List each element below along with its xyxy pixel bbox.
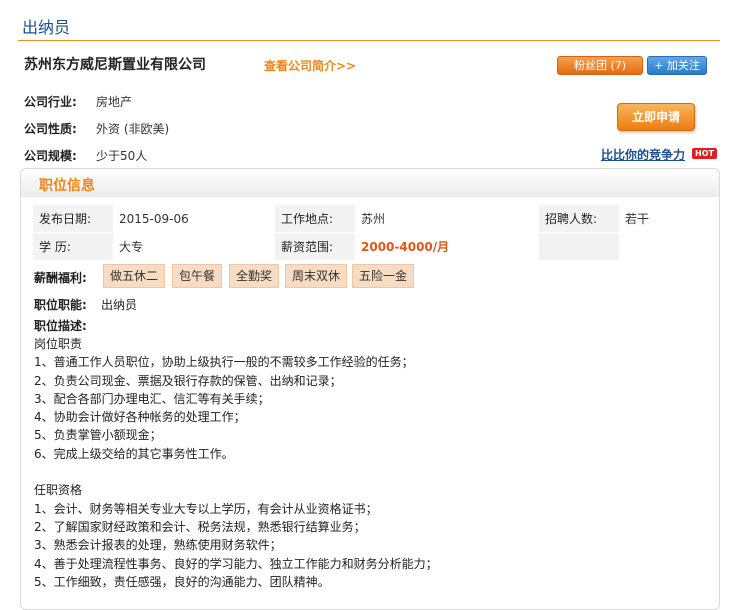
fans-group-label: 粉丝团 (7) xyxy=(573,59,627,72)
salary-value: 2000-4000/月 xyxy=(355,232,539,261)
welfare-tag: 五险一金 xyxy=(352,264,415,288)
industry-label: 公司行业: xyxy=(24,95,77,109)
job-info-title: 职位信息 xyxy=(39,178,95,194)
welfare-label: 薪酬福利: xyxy=(34,271,87,285)
education-label: 学 历: xyxy=(33,232,113,261)
empty-cell xyxy=(539,232,619,261)
follow-label: + 加关注 xyxy=(654,59,700,72)
scale-value: 少于50人 xyxy=(96,149,148,163)
welfare-tag: 做五休二 xyxy=(103,264,166,288)
welfare-tag: 周末双休 xyxy=(285,264,348,288)
salary-label: 薪资范围: xyxy=(275,232,355,261)
job-description: 岗位职责 1、普通工作人员职位，协助上级执行一般的不需较多工作经验的任务； 2、… xyxy=(34,337,438,589)
education-value: 大专 xyxy=(113,232,275,261)
nature-row: 公司性质: 外资 (非欧美) xyxy=(24,120,169,137)
job-info-panel: 职位信息 发布日期: 2015-09-06 工作地点: 苏州 招聘人数: 若干 … xyxy=(20,168,720,610)
empty-cell xyxy=(619,232,691,261)
panel-header: 职位信息 xyxy=(21,169,719,197)
publish-date-label: 发布日期: xyxy=(33,205,113,233)
location-label: 工作地点: xyxy=(275,205,355,233)
title-divider xyxy=(18,40,720,41)
publish-date-value: 2015-09-06 xyxy=(113,205,275,233)
welfare-tag: 包午餐 xyxy=(172,264,223,288)
fans-group-button[interactable]: 粉丝团 (7) xyxy=(557,56,643,75)
description-label: 职位描述: xyxy=(34,319,87,333)
company-intro-link[interactable]: 查看公司简介>> xyxy=(264,57,356,74)
function-label: 职位职能: xyxy=(34,298,87,312)
headcount-label: 招聘人数: xyxy=(539,205,619,233)
page-title: 出纳员 xyxy=(22,18,71,37)
industry-value: 房地产 xyxy=(96,95,133,109)
compete-link[interactable]: 比比你的竞争力 xyxy=(601,146,685,163)
nature-label: 公司性质: xyxy=(24,122,77,136)
scale-row: 公司规模: 少于50人 xyxy=(24,147,147,164)
welfare-tag: 全勤奖 xyxy=(229,264,280,288)
company-name[interactable]: 苏州东方威尼斯置业有限公司 xyxy=(24,54,206,74)
industry-row: 公司行业: 房地产 xyxy=(24,93,132,110)
follow-button[interactable]: + 加关注 xyxy=(647,56,707,75)
function-value: 出纳员 xyxy=(101,298,138,312)
job-info-table: 发布日期: 2015-09-06 工作地点: 苏州 招聘人数: 若干 学 历: … xyxy=(33,205,691,261)
headcount-value: 若干 xyxy=(619,205,691,233)
apply-button[interactable]: 立即申请 xyxy=(617,103,695,131)
hot-badge: HOT xyxy=(692,148,717,159)
table-row: 学 历: 大专 薪资范围: 2000-4000/月 xyxy=(33,232,691,261)
table-row: 发布日期: 2015-09-06 工作地点: 苏州 招聘人数: 若干 xyxy=(33,205,691,233)
nature-value: 外资 (非欧美) xyxy=(96,122,170,136)
scale-label: 公司规模: xyxy=(24,149,77,163)
location-value: 苏州 xyxy=(355,205,539,233)
